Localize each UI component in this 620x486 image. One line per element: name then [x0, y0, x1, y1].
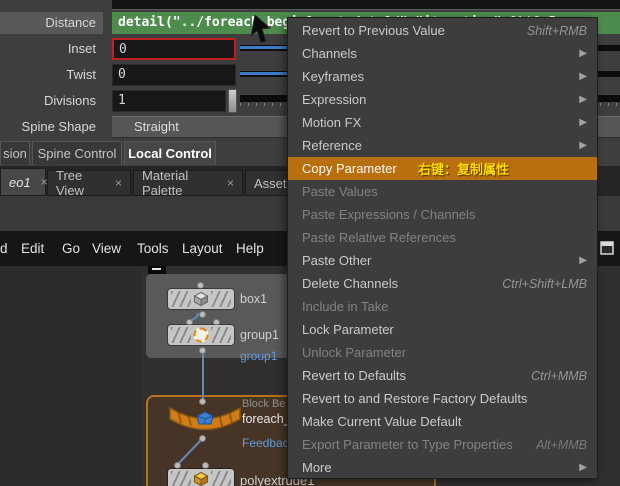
node-label-group1: group1: [240, 328, 279, 342]
node-label-foreach: foreach_: [242, 412, 291, 426]
mouse-cursor-icon: [250, 15, 272, 44]
submenu-arrow-icon: ▶: [579, 117, 587, 128]
distance-label: Distance: [45, 15, 96, 30]
foreach-output-dot[interactable]: [199, 435, 206, 442]
menu-item-revert-to-previous-value[interactable]: Revert to Previous Value Shift+RMB: [288, 19, 597, 42]
menu-item-delete-channels[interactable]: Delete Channels Ctrl+Shift+LMB: [288, 272, 597, 295]
menu-item-unlock-parameter: Unlock Parameter: [302, 345, 407, 360]
node-group1[interactable]: [168, 325, 234, 345]
menu-item-export-parameter-type-properties: Export Parameter to Type Properties Alt+…: [302, 437, 587, 452]
submenu-arrow-icon: ▶: [579, 48, 587, 59]
group1-output-dot[interactable]: [199, 347, 206, 354]
node-sublabel-group1: group1: [240, 349, 278, 363]
menu-item-include-in-take: Include in Take: [302, 299, 389, 314]
menu-item-keyframes[interactable]: Keyframes ▶: [288, 65, 597, 88]
pane-tab-geo1[interactable]: eo1 ×: [0, 168, 48, 196]
tab-sion[interactable]: sion: [0, 141, 30, 165]
twist-field[interactable]: 0: [112, 64, 236, 86]
menu-edit[interactable]: Edit: [21, 231, 44, 266]
menu-partial[interactable]: d: [0, 231, 8, 266]
menu-item-revert-restore-factory-defaults[interactable]: Revert to and Restore Factory Defaults: [288, 387, 597, 410]
menu-help[interactable]: Help: [236, 231, 264, 266]
menu-item-make-current-value-default[interactable]: Make Current Value Default: [288, 410, 597, 433]
submenu-arrow-icon: ▶: [579, 94, 587, 105]
houdini-window: Distance detail("../foreach_begin1_metad…: [0, 0, 620, 486]
box-icon: [193, 291, 209, 307]
pane-tab-material-palette[interactable]: Material Palette ×: [133, 168, 243, 198]
divisions-field[interactable]: 1: [112, 90, 226, 112]
menu-item-paste-expressions-channels: Paste Expressions / Channels: [302, 207, 476, 222]
menu-item-motion-fx[interactable]: Motion FX ▶: [288, 111, 597, 134]
submenu-arrow-icon: ▶: [579, 71, 587, 82]
menu-item-paste-values: Paste Values: [302, 184, 378, 199]
divisions-slider-handle[interactable]: [228, 89, 237, 113]
menu-item-revert-to-defaults[interactable]: Revert to Defaults Ctrl+MMB: [288, 364, 597, 387]
close-icon[interactable]: ×: [227, 176, 234, 190]
twist-label: Twist: [66, 67, 96, 82]
menu-item-paste-other[interactable]: Paste Other ▶: [288, 249, 597, 272]
menu-item-copy-parameter[interactable]: Copy Parameter 右键：复制属性: [288, 157, 597, 180]
menu-item-reference[interactable]: Reference ▶: [288, 134, 597, 157]
parameter-context-menu: Revert to Previous Value Shift+RMB Chann…: [287, 17, 598, 479]
node-polyextrude1[interactable]: [168, 469, 234, 486]
menu-item-channels[interactable]: Channels ▶: [288, 42, 597, 65]
translation-tooltip: 右键：复制属性: [418, 162, 510, 177]
divisions-label: Divisions: [43, 93, 96, 108]
inset-field[interactable]: 0: [112, 38, 236, 60]
group-icon: [193, 327, 209, 343]
metadata-icon: [196, 411, 214, 425]
menu-layout[interactable]: Layout: [182, 231, 223, 266]
box1-input-dot[interactable]: [197, 282, 204, 289]
menu-item-expression[interactable]: Expression ▶: [288, 88, 597, 111]
menu-item-more[interactable]: More ▶: [288, 456, 597, 479]
submenu-arrow-icon: ▶: [579, 140, 587, 151]
tab-spine-control[interactable]: Spine Control: [32, 141, 122, 165]
polyextrude1-input-dot2[interactable]: [202, 462, 209, 469]
submenu-arrow-icon: ▶: [579, 462, 587, 473]
menu-item-paste-relative-references: Paste Relative References: [302, 230, 456, 245]
box1-output-dot[interactable]: [199, 311, 206, 318]
polyextrude-icon: [193, 471, 209, 486]
pane-tab-tree-view[interactable]: Tree View ×: [47, 168, 131, 198]
node-box1[interactable]: [168, 289, 234, 309]
node-foreach-begin[interactable]: [166, 404, 244, 436]
menu-item-lock-parameter[interactable]: Lock Parameter: [288, 318, 597, 341]
menu-view[interactable]: View: [92, 231, 121, 266]
node-typelabel-foreach: Block Be: [242, 398, 286, 410]
partial-input-field[interactable]: [112, 0, 620, 10]
menu-go[interactable]: Go: [62, 231, 80, 266]
tab-local-control[interactable]: Local Control: [124, 141, 216, 165]
polyextrude1-input-dot[interactable]: [174, 462, 181, 469]
spine-shape-label: Spine Shape: [21, 119, 96, 134]
submenu-arrow-icon: ▶: [579, 255, 587, 266]
menu-tools[interactable]: Tools: [137, 231, 169, 266]
pane-icon[interactable]: [600, 241, 614, 255]
inset-label: Inset: [67, 41, 96, 56]
close-icon[interactable]: ×: [115, 176, 122, 190]
node-label-box1: box1: [240, 292, 268, 306]
